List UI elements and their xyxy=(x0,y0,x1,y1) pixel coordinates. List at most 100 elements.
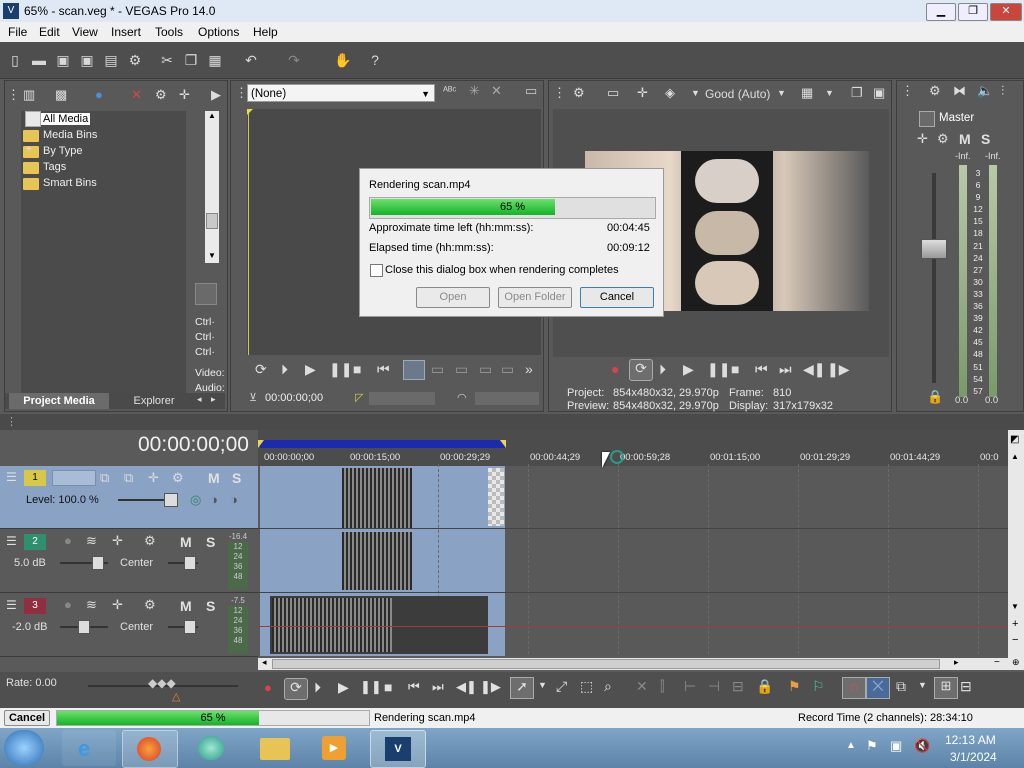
play-from-start-icon[interactable]: ⏵ xyxy=(659,361,666,378)
import-media-icon[interactable]: ▥ xyxy=(23,87,35,103)
menu-edit[interactable]: Edit xyxy=(39,25,60,39)
scroll-up-icon[interactable]: ▲ xyxy=(1011,452,1019,461)
new-file-icon[interactable]: ▯ xyxy=(6,52,24,68)
composite-icon[interactable]: ⧉ xyxy=(124,470,133,486)
save-icon[interactable]: ▣ xyxy=(54,52,72,68)
trimmer-media-dropdown[interactable]: (None) ▼ xyxy=(247,84,435,102)
taskbar-ie-icon[interactable]: e xyxy=(62,730,116,766)
cancel-render-button[interactable]: Cancel xyxy=(580,287,654,308)
zoom-tool-icon[interactable]: ⌕ xyxy=(604,678,612,695)
media-tree-scrollbar[interactable]: ▲ ▼ xyxy=(205,111,219,263)
edit-tool-icon[interactable]: ✋ xyxy=(334,52,352,68)
maximize-button[interactable]: ❐ xyxy=(958,3,988,21)
open-button[interactable]: Open xyxy=(416,287,490,308)
master-fader-handle[interactable] xyxy=(921,239,947,259)
loop-playback-icon[interactable]: ⟳ xyxy=(629,359,653,381)
mixer-grip-icon[interactable]: ⋮ xyxy=(901,83,914,99)
envelope-tool-icon[interactable]: ⤢ xyxy=(556,678,567,695)
next-frame-icon[interactable]: ❚▶ xyxy=(827,361,850,378)
make-compositing-child-icon[interactable]: ◑ xyxy=(210,492,218,507)
loop-playback-icon[interactable]: ⟳ xyxy=(284,678,308,700)
record-icon[interactable]: ● xyxy=(264,680,272,695)
close-when-done-checkbox[interactable] xyxy=(370,264,383,277)
capture-icon[interactable]: ▩ xyxy=(55,87,67,103)
help-icon[interactable]: ? xyxy=(366,52,384,68)
volume-slider-handle[interactable] xyxy=(78,620,90,634)
parent-overlay-icon[interactable]: ◑ xyxy=(230,492,238,507)
track-fx-icon[interactable]: ⚙ xyxy=(144,597,156,613)
status-cancel-button[interactable]: Cancel xyxy=(4,710,50,726)
split-icon[interactable]: ✛ xyxy=(179,87,190,103)
faders-icon[interactable]: ⫶ xyxy=(1001,83,1004,99)
tree-item-tags[interactable]: Tags xyxy=(23,161,66,174)
play-icon[interactable]: ▶ xyxy=(338,679,349,696)
solo-button[interactable]: S xyxy=(206,598,215,614)
scrollbar-thumb[interactable] xyxy=(206,213,218,229)
scroll-right-icon[interactable]: ▸ xyxy=(954,657,959,668)
track-collapse-icon[interactable]: ☰ xyxy=(6,470,17,484)
selection-end-field[interactable] xyxy=(475,392,539,405)
chevron-down-icon[interactable]: ▼ xyxy=(538,680,547,690)
delete-icon[interactable]: ✕ xyxy=(636,678,648,695)
menu-options[interactable]: Options xyxy=(198,25,239,39)
taskbar-media-player-icon[interactable]: ▶ xyxy=(308,730,362,766)
add-to-timeline-icon[interactable]: ▭ xyxy=(431,361,444,378)
lock-icon[interactable]: 🔒 xyxy=(927,389,943,405)
volume-slider-handle[interactable] xyxy=(92,556,104,570)
clear-icon[interactable]: ✕ xyxy=(491,83,502,99)
lock-event-icon[interactable]: 🔒 xyxy=(756,678,773,695)
track-fx-icon[interactable]: ⚙ xyxy=(144,533,156,549)
chevron-down-icon[interactable]: ▼ xyxy=(777,88,786,98)
snapping-icon[interactable]: ∩ xyxy=(842,677,866,699)
speaker-icon[interactable]: 🔈 xyxy=(977,83,993,99)
solo-button[interactable]: S xyxy=(206,534,215,550)
add-left-icon[interactable]: ▭ xyxy=(455,361,468,378)
downmix-icon[interactable]: ⧓ xyxy=(953,83,966,99)
external-monitor-icon[interactable]: ▭ xyxy=(607,85,619,101)
play-media-icon[interactable]: ▶ xyxy=(211,87,221,103)
play-icon[interactable]: ▶ xyxy=(683,361,694,378)
trim-end-icon[interactable]: ⊣ xyxy=(708,678,720,695)
go-to-start-icon[interactable]: ⏮ xyxy=(377,361,390,378)
preview-settings-icon[interactable]: ⚙ xyxy=(573,85,585,101)
split-icon[interactable]: ⊟ xyxy=(732,678,744,695)
pause-icon[interactable]: ❚❚ xyxy=(329,361,352,378)
audio-routing-icon[interactable]: ✛ xyxy=(112,533,123,549)
render-icon[interactable]: ▤ xyxy=(102,52,120,68)
close-button[interactable]: ✕ xyxy=(990,3,1022,21)
arm-record-icon[interactable]: ● xyxy=(64,533,72,548)
video-event-transparent[interactable] xyxy=(488,468,504,526)
level-slider-handle[interactable] xyxy=(164,493,178,507)
spellcheck-icon[interactable]: ᴬᴮᶜ xyxy=(443,85,456,97)
trimmer-view-icon[interactable]: ▭ xyxy=(525,83,537,99)
master-fx-icon[interactable]: ⚙ xyxy=(937,131,949,147)
audio-routing-icon[interactable]: ✛ xyxy=(112,597,123,613)
vegas-app-icon[interactable]: V xyxy=(3,3,19,19)
insert-region-icon[interactable]: ⚐ xyxy=(812,678,825,695)
tab-explorer[interactable]: Explorer xyxy=(119,393,189,409)
loop-icon[interactable]: ⟳ xyxy=(255,361,267,378)
selection-tool-icon[interactable]: ⬚ xyxy=(580,678,593,695)
track-motion-icon[interactable]: ⧉ xyxy=(100,470,109,486)
remove-media-icon[interactable]: ✕ xyxy=(131,87,142,103)
marker-icon[interactable]: ◩ xyxy=(1010,434,1019,445)
split-screen-icon[interactable]: ✛ xyxy=(637,85,648,101)
timeline-horizontal-scrollbar[interactable]: ◂ ▸ − ⊕ xyxy=(258,657,1024,670)
pan-slider-handle[interactable] xyxy=(184,620,196,634)
mute-button[interactable]: M xyxy=(180,598,192,614)
go-to-start-icon[interactable]: ⏮ xyxy=(408,679,420,695)
pause-icon[interactable]: ❚❚ xyxy=(707,361,730,378)
timeline-splitter[interactable]: ⋮ xyxy=(0,414,1024,430)
audio-event-track-3[interactable] xyxy=(270,596,488,654)
rate-slider-handle[interactable]: ◆◆◆ xyxy=(148,676,176,690)
taskbar-firefox-icon[interactable] xyxy=(122,730,178,768)
insert-icon[interactable]: ▭ xyxy=(501,361,514,378)
grid-icon[interactable]: ▦ xyxy=(801,85,813,101)
go-to-end-icon[interactable]: ⏭ xyxy=(432,679,444,695)
tab-project-media[interactable]: Project Media xyxy=(9,393,109,409)
expand-icon[interactable]: + xyxy=(26,144,32,155)
properties-gear-icon[interactable]: ⚙ xyxy=(126,52,144,68)
overlay-icon[interactable]: ◈ xyxy=(665,85,675,101)
master-toggle-icon[interactable] xyxy=(919,111,935,127)
copy-icon[interactable]: ❐ xyxy=(182,52,200,68)
